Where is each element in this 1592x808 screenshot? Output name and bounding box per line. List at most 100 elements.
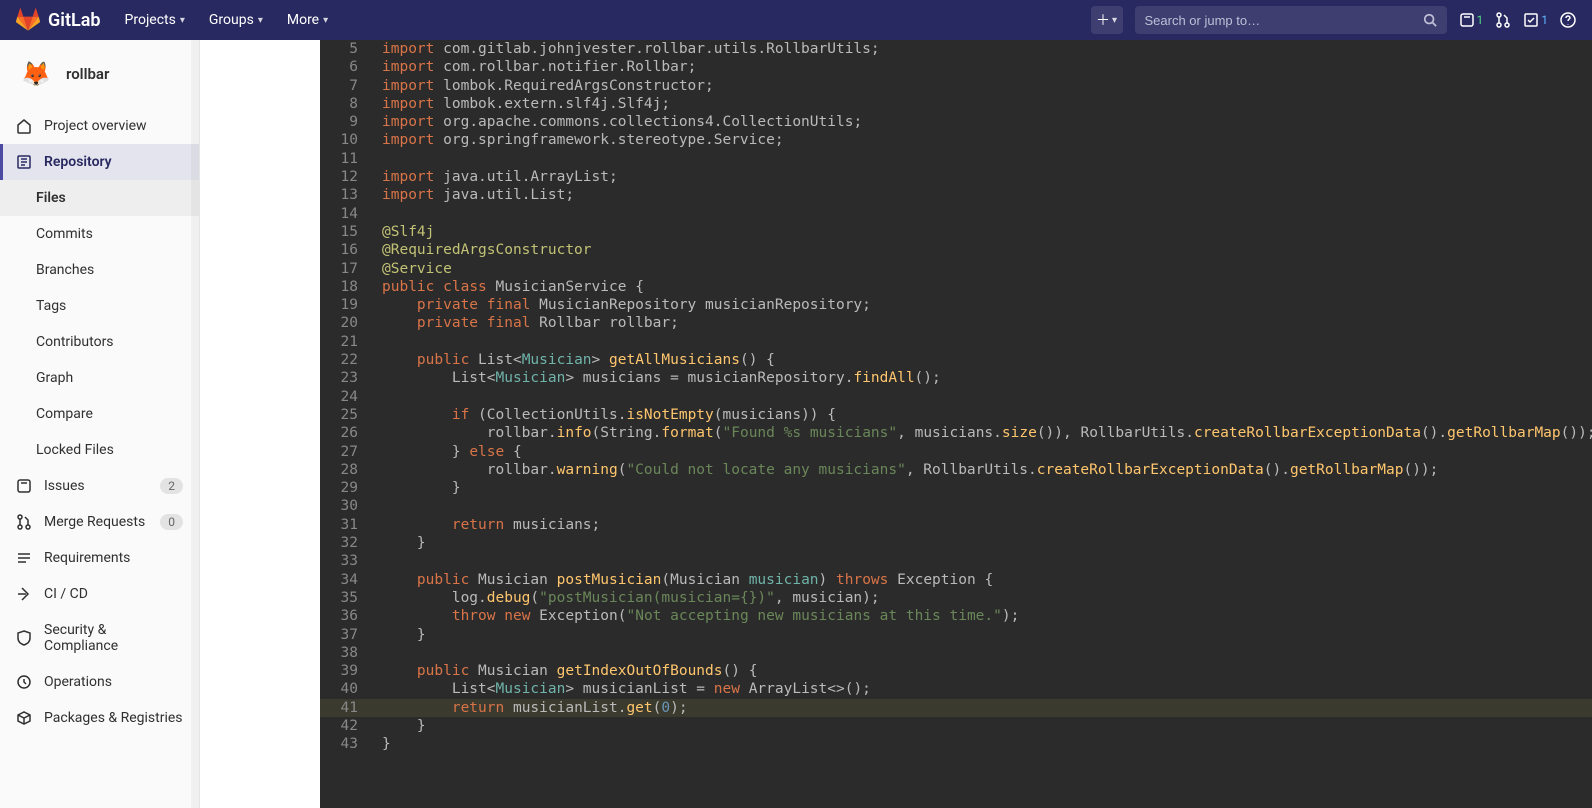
line-number[interactable]: 25 <box>320 406 370 424</box>
line-number[interactable]: 15 <box>320 223 370 241</box>
brand-text[interactable]: GitLab <box>48 10 101 31</box>
line-number[interactable]: 30 <box>320 497 370 515</box>
code-line[interactable]: 28 rollbar.warning("Could not locate any… <box>320 461 1592 479</box>
code-line[interactable]: 9import org.apache.commons.collections4.… <box>320 113 1592 131</box>
code-line[interactable]: 8import lombok.extern.slf4j.Slf4j; <box>320 95 1592 113</box>
line-number[interactable]: 12 <box>320 168 370 186</box>
line-number[interactable]: 29 <box>320 479 370 497</box>
code-line[interactable]: 18public class MusicianService { <box>320 278 1592 296</box>
line-number[interactable]: 24 <box>320 388 370 406</box>
line-number[interactable]: 26 <box>320 424 370 442</box>
code-line[interactable]: 25 if (CollectionUtils.isNotEmpty(musici… <box>320 406 1592 424</box>
code-line[interactable]: 29 } <box>320 479 1592 497</box>
line-number[interactable]: 39 <box>320 662 370 680</box>
code-line[interactable]: 5import com.gitlab.johnjvester.rollbar.u… <box>320 40 1592 58</box>
code-line[interactable]: 26 rollbar.info(String.format("Found %s … <box>320 424 1592 442</box>
sidebar-sub-commits[interactable]: Commits <box>0 216 199 252</box>
line-number[interactable]: 37 <box>320 626 370 644</box>
sidebar-item-issues[interactable]: Issues 2 <box>0 468 199 504</box>
sidebar-sub-compare[interactable]: Compare <box>0 396 199 432</box>
line-number[interactable]: 13 <box>320 186 370 204</box>
code-line[interactable]: 6import com.rollbar.notifier.Rollbar; <box>320 58 1592 76</box>
sidebar-item-packages[interactable]: Packages & Registries <box>0 700 199 736</box>
code-line[interactable]: 16@RequiredArgsConstructor <box>320 241 1592 259</box>
line-number[interactable]: 42 <box>320 717 370 735</box>
code-line[interactable]: 11 <box>320 150 1592 168</box>
sidebar-item-requirements[interactable]: Requirements <box>0 540 199 576</box>
line-number[interactable]: 6 <box>320 58 370 76</box>
help-link[interactable] <box>1560 12 1576 28</box>
nav-groups[interactable]: Groups▾ <box>201 0 271 40</box>
code-line[interactable]: 24 <box>320 388 1592 406</box>
line-number[interactable]: 33 <box>320 552 370 570</box>
line-number[interactable]: 34 <box>320 571 370 589</box>
code-line[interactable]: 10import org.springframework.stereotype.… <box>320 131 1592 149</box>
code-line[interactable]: 42 } <box>320 717 1592 735</box>
sidebar-item-repository[interactable]: Repository <box>0 144 199 180</box>
code-line[interactable]: 43} <box>320 735 1592 753</box>
search-box[interactable] <box>1135 6 1447 34</box>
code-line[interactable]: 33 <box>320 552 1592 570</box>
sidebar-sub-tags[interactable]: Tags <box>0 288 199 324</box>
line-number[interactable]: 40 <box>320 680 370 698</box>
line-number[interactable]: 31 <box>320 516 370 534</box>
code-line[interactable]: 17@Service <box>320 260 1592 278</box>
search-input[interactable] <box>1145 13 1423 28</box>
code-line[interactable]: 12import java.util.ArrayList; <box>320 168 1592 186</box>
line-number[interactable]: 43 <box>320 735 370 753</box>
content-area[interactable]: 5import com.gitlab.johnjvester.rollbar.u… <box>200 40 1592 808</box>
code-line[interactable]: 40 List<Musician> musicianList = new Arr… <box>320 680 1592 698</box>
code-line[interactable]: 36 throw new Exception("Not accepting ne… <box>320 607 1592 625</box>
line-number[interactable]: 41 <box>320 699 370 717</box>
line-number[interactable]: 11 <box>320 150 370 168</box>
code-line[interactable]: 32 } <box>320 534 1592 552</box>
code-line[interactable]: 15@Slf4j <box>320 223 1592 241</box>
gitlab-logo[interactable] <box>16 8 40 32</box>
line-number[interactable]: 23 <box>320 369 370 387</box>
line-number[interactable]: 38 <box>320 644 370 662</box>
code-line[interactable]: 41 return musicianList.get(0); <box>320 699 1592 717</box>
nav-projects[interactable]: Projects▾ <box>117 0 193 40</box>
code-line[interactable]: 39 public Musician getIndexOutOfBounds()… <box>320 662 1592 680</box>
code-line[interactable]: 19 private final MusicianRepository musi… <box>320 296 1592 314</box>
line-number[interactable]: 22 <box>320 351 370 369</box>
code-line[interactable]: 30 <box>320 497 1592 515</box>
todos-link[interactable]: 1 <box>1523 12 1548 28</box>
line-number[interactable]: 9 <box>320 113 370 131</box>
line-number[interactable]: 36 <box>320 607 370 625</box>
line-number[interactable]: 5 <box>320 40 370 58</box>
sidebar-item-merge-requests[interactable]: Merge Requests 0 <box>0 504 199 540</box>
code-line[interactable]: 20 private final Rollbar rollbar; <box>320 314 1592 332</box>
issues-link[interactable]: 1 <box>1459 12 1484 28</box>
project-header[interactable]: 🦊 rollbar <box>0 40 199 108</box>
create-new-button[interactable]: ＋▾ <box>1091 6 1123 34</box>
sidebar-sub-contributors[interactable]: Contributors <box>0 324 199 360</box>
line-number[interactable]: 18 <box>320 278 370 296</box>
merge-requests-link[interactable] <box>1495 12 1511 28</box>
sidebar-item-overview[interactable]: Project overview <box>0 108 199 144</box>
sidebar-sub-locked-files[interactable]: Locked Files <box>0 432 199 468</box>
line-number[interactable]: 21 <box>320 333 370 351</box>
line-number[interactable]: 32 <box>320 534 370 552</box>
code-line[interactable]: 35 log.debug("postMusician(musician={})"… <box>320 589 1592 607</box>
code-line[interactable]: 23 List<Musician> musicians = musicianRe… <box>320 369 1592 387</box>
code-line[interactable]: 21 <box>320 333 1592 351</box>
code-line[interactable]: 38 <box>320 644 1592 662</box>
sidebar-item-security[interactable]: Security & Compliance <box>0 612 199 664</box>
line-number[interactable]: 27 <box>320 443 370 461</box>
line-number[interactable]: 17 <box>320 260 370 278</box>
line-number[interactable]: 7 <box>320 77 370 95</box>
line-number[interactable]: 16 <box>320 241 370 259</box>
code-line[interactable]: 34 public Musician postMusician(Musician… <box>320 571 1592 589</box>
code-line[interactable]: 37 } <box>320 626 1592 644</box>
sidebar-sub-files[interactable]: Files <box>0 180 199 216</box>
code-line[interactable]: 22 public List<Musician> getAllMusicians… <box>320 351 1592 369</box>
code-line[interactable]: 31 return musicians; <box>320 516 1592 534</box>
line-number[interactable]: 19 <box>320 296 370 314</box>
line-number[interactable]: 28 <box>320 461 370 479</box>
line-number[interactable]: 8 <box>320 95 370 113</box>
sidebar-item-operations[interactable]: Operations <box>0 664 199 700</box>
code-line[interactable]: 27 } else { <box>320 443 1592 461</box>
code-line[interactable]: 13import java.util.List; <box>320 186 1592 204</box>
sidebar-sub-branches[interactable]: Branches <box>0 252 199 288</box>
